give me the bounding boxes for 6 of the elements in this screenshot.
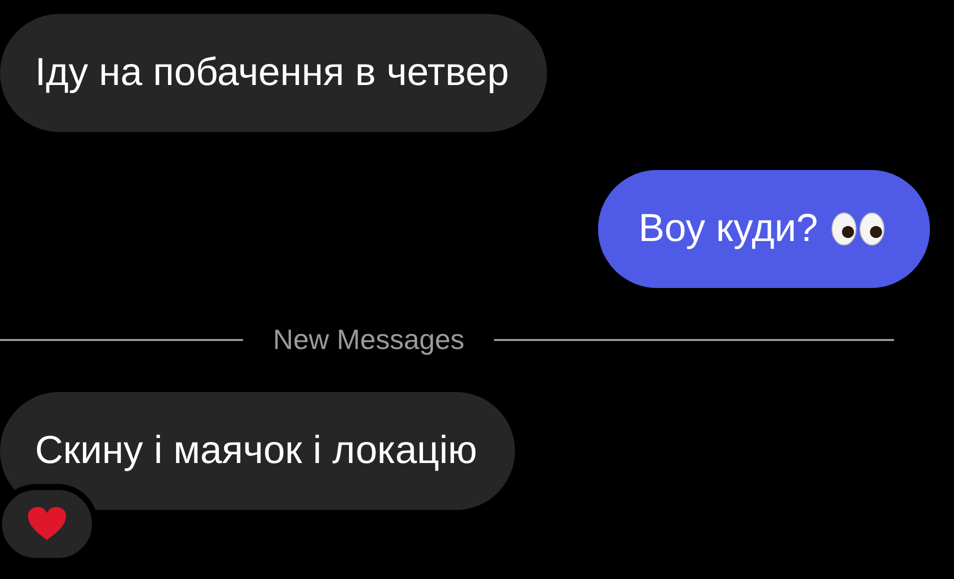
message-text: Іду на побачення в четвер [35,51,509,95]
eyes-icon [830,211,886,247]
heart-icon [27,506,67,542]
message-text: Воу куди? [638,207,818,251]
new-messages-divider-label: New Messages [272,324,466,356]
message-text: Скину і маячок і локацію [35,429,478,473]
